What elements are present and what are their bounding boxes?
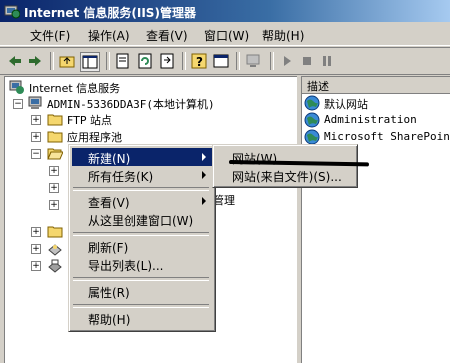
list-item-label: 默认网站 xyxy=(324,98,368,111)
export-list-icon[interactable] xyxy=(158,52,176,70)
tree-item-ftp-sites[interactable]: FTP 站点 xyxy=(47,111,247,128)
list-item-label: Microsoft SharePoint ' xyxy=(324,130,450,143)
menu-item-label: 查看(V) xyxy=(88,196,130,210)
expand-toggle[interactable]: + xyxy=(31,115,41,125)
refresh-icon[interactable] xyxy=(136,52,154,70)
collapse-toggle[interactable]: − xyxy=(13,99,23,109)
menu-window[interactable]: 窗口(W) xyxy=(204,27,249,44)
tree-item-label: ADMIN-5336DDA3F(本地计算机) xyxy=(47,98,215,111)
context-menu: 新建(N) 所有任务(K) 查看(V) 从这里创建窗口(W) 刷新(F) 导出列… xyxy=(68,144,216,332)
menu-separator xyxy=(73,232,209,236)
folder-icon xyxy=(47,111,63,127)
menu-separator xyxy=(73,304,209,308)
menu-file[interactable]: 文件(F) xyxy=(30,27,70,44)
folder-icon xyxy=(47,223,63,239)
computer-icon[interactable] xyxy=(244,52,262,70)
menu-item-properties[interactable]: 属性(R) xyxy=(72,282,212,300)
menu-separator xyxy=(73,277,209,281)
menu-item-export-list[interactable]: 导出列表(L)... xyxy=(72,255,212,273)
expand-toggle[interactable]: + xyxy=(31,261,41,271)
folder-open-icon xyxy=(47,145,63,161)
expand-toggle[interactable]: + xyxy=(31,244,41,254)
menu-view[interactable]: 查看(V) xyxy=(146,27,188,44)
pane-splitter[interactable] xyxy=(297,76,300,362)
svg-text:?: ? xyxy=(196,55,203,69)
stop-icon[interactable] xyxy=(298,52,316,70)
tree-item-partial-label: 管理 xyxy=(213,194,235,207)
tree-item-label: 应用程序池 xyxy=(67,131,122,144)
submenu-arrow-icon xyxy=(202,153,206,161)
tree-item-label: FTP 站点 xyxy=(67,114,112,127)
toolbar-separator xyxy=(50,52,54,70)
list-pane[interactable]: 描述 默认网站 Administration Microsoft SharePo… xyxy=(301,76,450,363)
toolbar-separator xyxy=(182,52,186,70)
tree-item-iis-root[interactable]: Internet 信息服务 xyxy=(9,79,289,96)
menu-item-refresh[interactable]: 刷新(F) xyxy=(72,237,212,255)
server-extensions-icon xyxy=(47,257,63,273)
help-icon[interactable]: ? xyxy=(190,52,208,70)
menu-item-label: 所有任务(K) xyxy=(88,170,154,184)
play-icon[interactable] xyxy=(278,52,296,70)
expand-toggle[interactable]: + xyxy=(49,200,59,210)
list-item[interactable]: Administration xyxy=(304,112,449,129)
menu-item-label: 网站(来自文件)(S)... xyxy=(232,170,342,184)
folder-icon xyxy=(47,128,63,144)
submenu-arrow-icon xyxy=(202,197,206,205)
console-icon[interactable] xyxy=(212,52,230,70)
column-header-label: 描述 xyxy=(307,80,329,93)
iis-icon xyxy=(9,79,25,95)
website-globe-icon xyxy=(304,129,320,145)
menu-bar: 文件(F) 操作(A) 查看(V) 窗口(W) 帮助(H) xyxy=(0,23,450,46)
computer-icon xyxy=(27,95,43,111)
collapse-toggle[interactable]: − xyxy=(31,149,41,159)
up-folder-icon[interactable] xyxy=(58,52,76,70)
submenu-arrow-icon xyxy=(202,171,206,179)
tree-item-label: Internet 信息服务 xyxy=(29,82,121,95)
tree-item-computer[interactable]: ADMIN-5336DDA3F(本地计算机) xyxy=(27,95,287,112)
expand-toggle[interactable]: + xyxy=(49,183,59,193)
iis-icon xyxy=(4,3,21,19)
menu-item-new-website-from-file[interactable]: 网站(来自文件)(S)... xyxy=(216,166,354,184)
properties-icon[interactable] xyxy=(114,52,132,70)
menu-item-label: 导出列表(L)... xyxy=(88,259,164,273)
menu-item-all-tasks[interactable]: 所有任务(K) xyxy=(72,166,212,184)
menu-item-label: 从这里创建窗口(W) xyxy=(88,214,194,228)
title-bar: Internet 信息服务(IIS)管理器 xyxy=(0,0,450,22)
menu-item-new[interactable]: 新建(N) xyxy=(72,148,212,166)
menu-action[interactable]: 操作(A) xyxy=(88,27,130,44)
menu-item-label: 新建(N) xyxy=(88,152,131,166)
window-title: Internet 信息服务(IIS)管理器 xyxy=(24,6,196,20)
toolbar-separator xyxy=(106,52,110,70)
website-globe-icon xyxy=(304,112,320,128)
pause-icon[interactable] xyxy=(318,52,336,70)
expand-toggle[interactable]: + xyxy=(49,166,59,176)
new-submenu: 网站(W)... 网站(来自文件)(S)... xyxy=(212,144,358,188)
menu-item-help[interactable]: 帮助(H) xyxy=(72,309,212,327)
list-item[interactable]: 默认网站 xyxy=(304,95,449,112)
expand-toggle[interactable]: + xyxy=(31,132,41,142)
web-service-extensions-icon xyxy=(47,240,63,256)
back-icon[interactable] xyxy=(6,52,24,70)
menu-separator xyxy=(73,187,209,191)
column-header-description[interactable]: 描述 xyxy=(302,77,450,94)
menu-item-label: 属性(R) xyxy=(88,286,130,300)
forward-icon[interactable] xyxy=(26,52,44,70)
menu-item-view[interactable]: 查看(V) xyxy=(72,192,212,210)
show-tree-icon[interactable] xyxy=(80,52,100,72)
menu-item-label: 帮助(H) xyxy=(88,313,131,327)
menu-item-new-window[interactable]: 从这里创建窗口(W) xyxy=(72,210,212,228)
toolbar: ? xyxy=(0,47,450,75)
menu-item-label: 刷新(F) xyxy=(88,241,129,255)
tree-item-app-pools[interactable]: 应用程序池 xyxy=(47,128,247,145)
toolbar-separator xyxy=(270,52,274,70)
menu-help[interactable]: 帮助(H) xyxy=(262,27,304,44)
expand-toggle[interactable]: + xyxy=(31,227,41,237)
website-globe-icon xyxy=(304,95,320,111)
toolbar-separator xyxy=(236,52,240,70)
list-item-label: Administration xyxy=(324,113,417,126)
